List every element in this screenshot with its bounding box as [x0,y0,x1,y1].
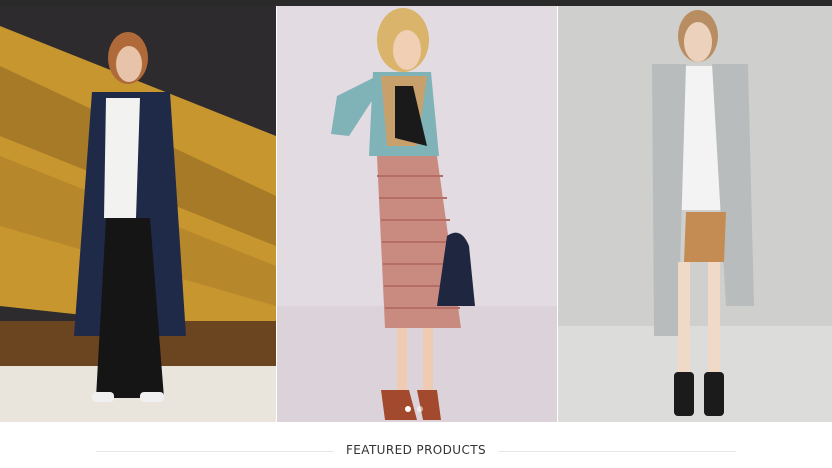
grey-scarf-photo [558,6,832,422]
hero-image-fringe-skirt[interactable] [277,6,557,422]
hero-banner [0,6,832,422]
featured-products-heading: FEATURED PRODUCTS [345,443,487,457]
slider-dot-1[interactable] [405,406,411,412]
featured-products-section: FEATURED PRODUCTS [0,422,832,468]
navy-coat-photo [0,6,276,422]
fringe-skirt-photo [277,6,557,422]
divider-right [498,451,736,452]
slider-dots [405,406,423,412]
hero-image-grey-scarf[interactable] [558,6,832,422]
hero-image-navy-coat[interactable] [0,6,276,422]
slider-dot-2[interactable] [417,406,423,412]
